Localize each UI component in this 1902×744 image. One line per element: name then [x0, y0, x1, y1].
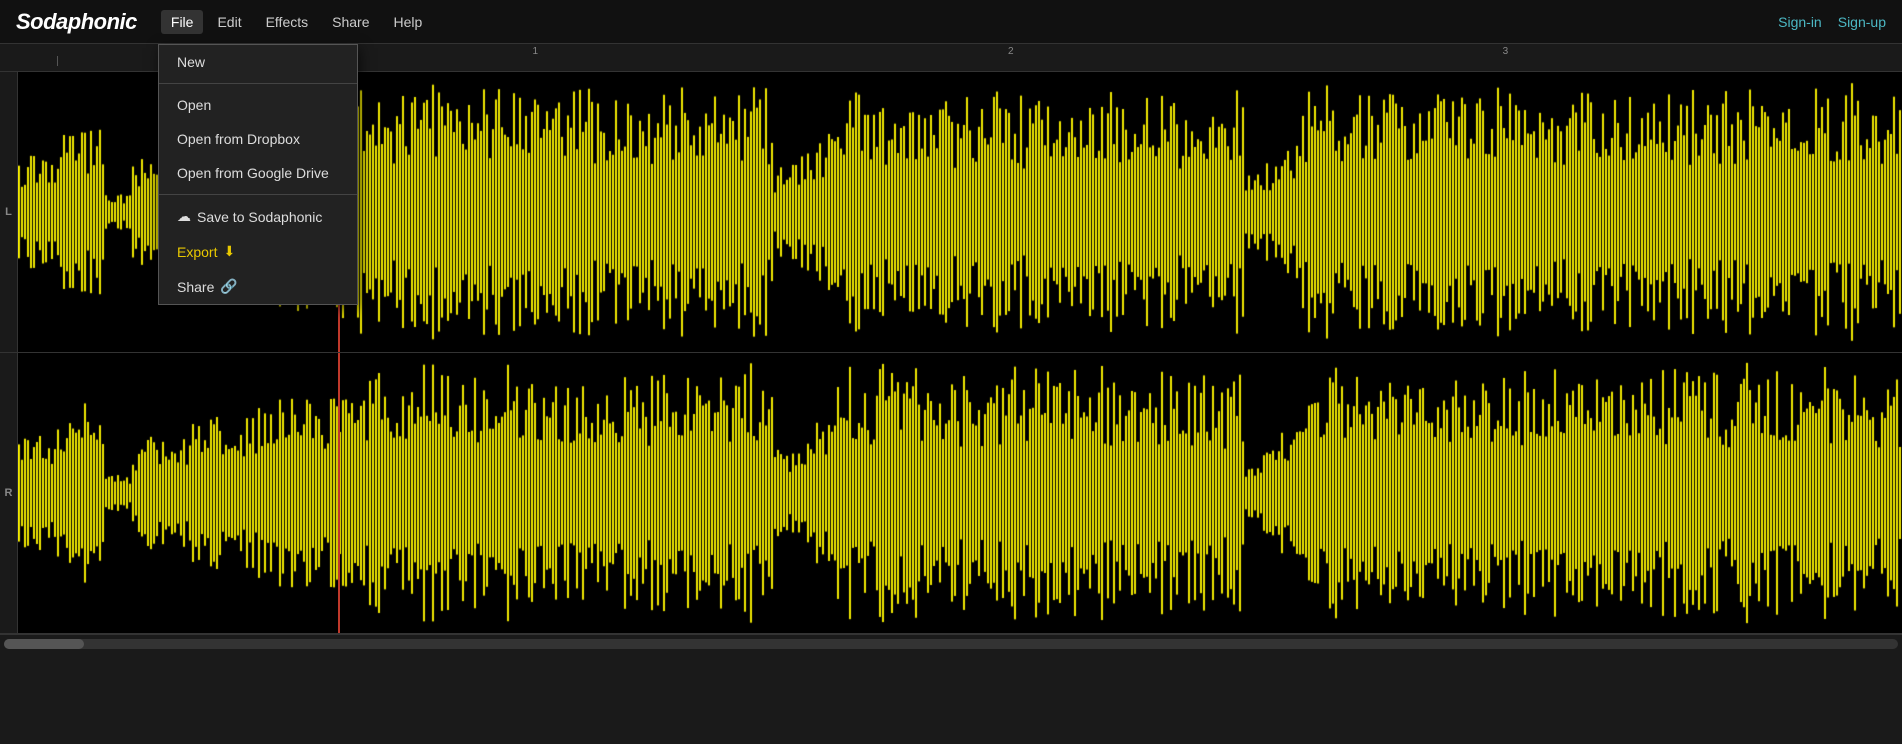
export-icon: ⬇: [223, 243, 235, 260]
menu-share[interactable]: Share 🔗: [159, 269, 357, 304]
playhead-R: [338, 353, 340, 633]
menu-open-dropbox[interactable]: Open from Dropbox: [159, 122, 357, 156]
save-icon: ☁: [177, 208, 191, 225]
ruler-label-3: 3: [1503, 46, 1509, 57]
export-label: Export: [177, 244, 217, 260]
ruler-label-1: 1: [533, 46, 539, 57]
dropdown-divider-2: [159, 194, 357, 195]
scroll-track[interactable]: [4, 639, 1898, 649]
share-icon: 🔗: [220, 278, 237, 295]
track-label-L: L: [0, 72, 18, 352]
menu-open-gdrive[interactable]: Open from Google Drive: [159, 156, 357, 190]
track-waveform-R[interactable]: [18, 353, 1902, 633]
menu-open[interactable]: Open: [159, 88, 357, 122]
sign-in-link[interactable]: Sign-in: [1778, 14, 1822, 30]
dropdown-divider-1: [159, 83, 357, 84]
track-R: R: [0, 353, 1902, 634]
ruler-tick-2: 2: [1008, 44, 1014, 57]
ruler-tick-0: [57, 44, 58, 66]
nav-item-edit[interactable]: Edit: [207, 10, 251, 34]
scrollbar[interactable]: [0, 634, 1902, 652]
menu-new[interactable]: New: [159, 45, 357, 79]
waveform-canvas-R: [18, 353, 1902, 633]
file-dropdown: New Open Open from Dropbox Open from Goo…: [158, 44, 358, 305]
ruler-tick-1: 1: [533, 44, 539, 57]
nav-item-help[interactable]: Help: [383, 10, 432, 34]
nav-item-effects[interactable]: Effects: [256, 10, 319, 34]
nav-item-share[interactable]: Share: [322, 10, 379, 34]
track-label-R: R: [0, 353, 18, 633]
scroll-thumb[interactable]: [4, 639, 84, 649]
nav-menu: File Edit Effects Share Help: [161, 10, 432, 34]
ruler-label-2: 2: [1008, 46, 1014, 57]
sign-up-link[interactable]: Sign-up: [1838, 14, 1886, 30]
menu-save[interactable]: ☁ Save to Sodaphonic: [159, 199, 357, 234]
nav-item-file[interactable]: File: [161, 10, 204, 34]
ruler-tick-3: 3: [1503, 44, 1509, 57]
share-label: Share: [177, 279, 214, 295]
menu-export[interactable]: Export ⬇: [159, 234, 357, 269]
navbar: Sodaphonic File Edit Effects Share Help …: [0, 0, 1902, 44]
nav-right: Sign-in Sign-up: [1778, 14, 1886, 30]
menu-save-label: Save to Sodaphonic: [197, 209, 322, 225]
app-logo: Sodaphonic: [16, 9, 137, 35]
